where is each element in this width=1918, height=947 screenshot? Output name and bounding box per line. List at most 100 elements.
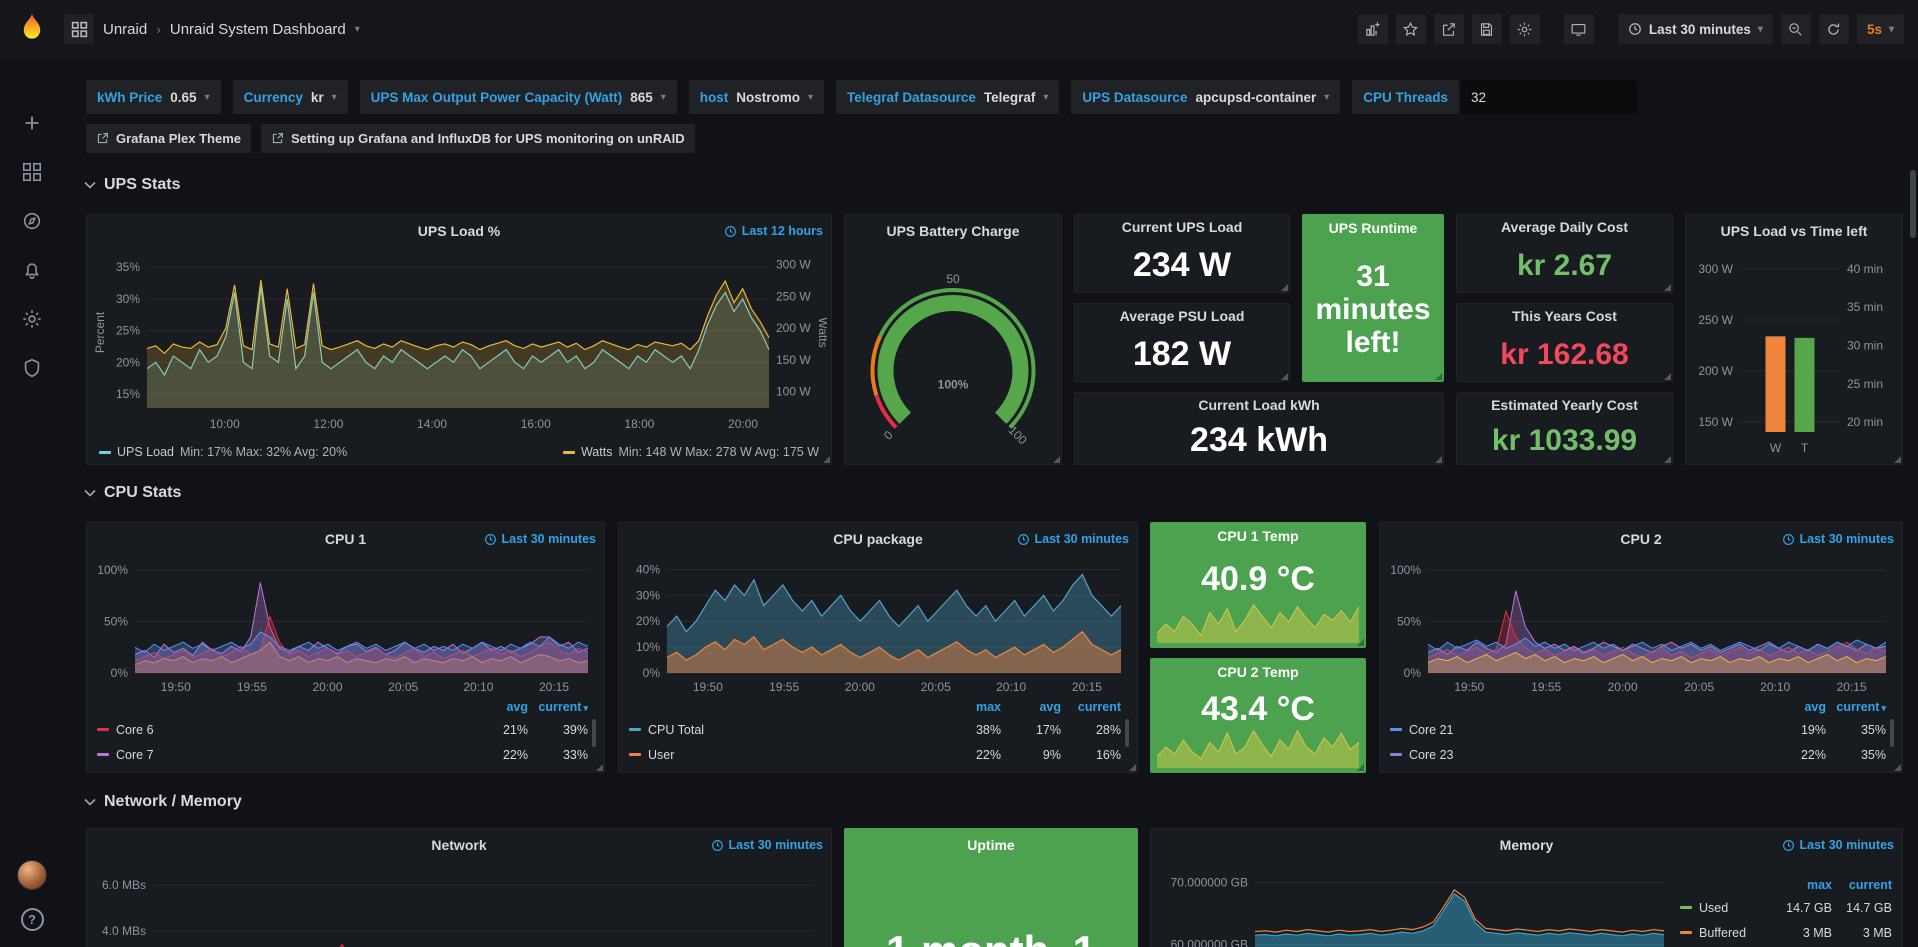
variable-kwh-price[interactable]: kWh Price0.65▾ [86, 80, 221, 114]
legend-row-cpu-total[interactable]: CPU Total38%17%28% [629, 717, 1121, 742]
panel-title-ups-runtime[interactable]: UPS Runtime [1329, 220, 1418, 236]
cpu1-temp-sparkline [1157, 601, 1359, 643]
legend-row-used[interactable]: Used14.7 GB14.7 GB [1680, 895, 1892, 920]
panel-title-memory[interactable]: Memory [1500, 837, 1554, 853]
legend-row-core-23[interactable]: Core 2322%35% [1390, 742, 1886, 767]
panel-title-cpu2-temp[interactable]: CPU 2 Temp [1217, 664, 1298, 680]
legend-series-name: Core 6 [116, 723, 468, 737]
section-network-memory[interactable]: Network / Memory [84, 793, 242, 811]
panel-title-estimated-cost[interactable]: Estimated Yearly Cost [1491, 397, 1638, 413]
legend-col-current[interactable]: current▾ [528, 700, 588, 714]
panel-title-average-psu-load[interactable]: Average PSU Load [1120, 308, 1245, 324]
panel-title-cpu-package[interactable]: CPU package [833, 531, 922, 547]
panel-title-battery[interactable]: UPS Battery Charge [886, 223, 1019, 239]
refresh-button[interactable] [1819, 14, 1849, 44]
dashboards-grid-icon[interactable] [64, 14, 94, 44]
legend-scrollbar[interactable] [592, 719, 596, 747]
legend-row-buffered[interactable]: Buffered3 MB3 MB [1680, 920, 1892, 945]
user-avatar[interactable] [17, 860, 47, 890]
grafana-logo[interactable] [0, 9, 64, 49]
legend-value: 14.7 GB [1772, 901, 1832, 915]
legend-row-user[interactable]: User22%9%16% [629, 742, 1121, 767]
panel-title-uptime[interactable]: Uptime [967, 837, 1014, 853]
add-panel-button[interactable] [1358, 14, 1388, 44]
legend-scrollbar[interactable] [1890, 719, 1894, 747]
legend-row-core-7[interactable]: Core 722%33% [97, 742, 588, 767]
help-icon[interactable]: ? [21, 908, 44, 931]
clock-icon [711, 839, 724, 852]
legend-col-max[interactable]: max [1772, 878, 1832, 892]
create-plus-icon[interactable] [21, 112, 43, 134]
legend-row-core-6[interactable]: Core 621%39% [97, 717, 588, 742]
legend-col-current[interactable]: current▾ [1826, 700, 1886, 714]
dashboard-link[interactable]: Grafana Plex Theme [86, 124, 251, 153]
star-button[interactable] [1396, 14, 1426, 44]
svg-text:20:00: 20:00 [313, 680, 343, 694]
breadcrumb-app[interactable]: Unraid [103, 21, 147, 38]
panel-title-ups-load[interactable]: UPS Load % [418, 223, 500, 239]
legend-row-core-21[interactable]: Core 2119%35% [1390, 717, 1886, 742]
panel-title-load-kwh[interactable]: Current Load kWh [1198, 397, 1319, 413]
variable-ups-datasource[interactable]: UPS Datasourceapcupsd-container▾ [1071, 80, 1340, 114]
legend-item-ups-load[interactable]: UPS Load Min: 17% Max: 32% Avg: 20% [99, 445, 347, 459]
svg-text:0: 0 [881, 428, 896, 443]
panel-title-years-cost[interactable]: This Years Cost [1512, 308, 1617, 324]
panel-time-override[interactable]: Last 30 minutes [1017, 523, 1129, 555]
variable-cpu-threads[interactable]: CPU Threads32 [1352, 80, 1637, 114]
legend-col-max[interactable]: max [941, 700, 1001, 714]
panel-time-override[interactable]: Last 30 minutes [1782, 829, 1894, 861]
variable-currency[interactable]: Currencykr▾ [233, 80, 348, 114]
variable-value[interactable]: kr [311, 90, 324, 105]
variable-value[interactable]: Nostromo [736, 90, 800, 105]
cpu-package-chart: 0%10%20%30%40%19:5019:5520:0020:0520:102… [623, 555, 1133, 697]
variable-input[interactable]: 32 [1461, 80, 1637, 114]
scrollbar-thumb[interactable] [1910, 170, 1916, 238]
panel-time-override[interactable]: Last 12 hours [724, 215, 823, 247]
cycle-view-button[interactable] [1564, 14, 1594, 44]
configuration-gear-icon[interactable] [21, 308, 43, 330]
admin-shield-icon[interactable] [21, 357, 43, 379]
variable-host[interactable]: hostNostromo▾ [689, 80, 824, 114]
variable-value[interactable]: Telegraf [984, 90, 1036, 105]
panel-title-cpu1-temp[interactable]: CPU 1 Temp [1217, 528, 1298, 544]
variable-telegraf-datasource[interactable]: Telegraf DatasourceTelegraf▾ [836, 80, 1059, 114]
legend-item-watts[interactable]: Watts Min: 148 W Max: 278 W Avg: 175 W [563, 445, 819, 459]
dashboard-settings-button[interactable] [1510, 14, 1540, 44]
legend-col-avg[interactable]: avg [1001, 700, 1061, 714]
section-ups-stats[interactable]: UPS Stats [84, 176, 180, 194]
panel-title-network[interactable]: Network [431, 837, 486, 853]
variable-value[interactable]: apcupsd-container [1195, 90, 1316, 105]
variable-value[interactable]: 865 [630, 90, 653, 105]
panel-time-override[interactable]: Last 30 minutes [711, 829, 823, 861]
panel-average-psu-load: Average PSU Load 182 W [1074, 303, 1290, 382]
variable-ups-max-output-power-capacity-watt[interactable]: UPS Max Output Power Capacity (Watt)865▾ [360, 80, 677, 114]
refresh-interval-picker[interactable]: 5s ▾ [1857, 14, 1904, 44]
panel-time-override[interactable]: Last 30 minutes [484, 523, 596, 555]
save-button[interactable] [1472, 14, 1502, 44]
svg-text:14:00: 14:00 [417, 417, 447, 431]
legend-col-avg[interactable]: avg [468, 700, 528, 714]
dashboard-link[interactable]: Setting up Grafana and InfluxDB for UPS … [261, 124, 695, 153]
svg-text:30%: 30% [116, 292, 140, 306]
explore-compass-icon[interactable] [21, 210, 43, 232]
share-button[interactable] [1434, 14, 1464, 44]
panel-title-ups-vs-time[interactable]: UPS Load vs Time left [1721, 223, 1868, 239]
title-caret-icon[interactable]: ▾ [355, 24, 360, 35]
legend-scrollbar[interactable] [1125, 719, 1129, 747]
legend-col-current[interactable]: current [1832, 878, 1892, 892]
alerting-bell-icon[interactable] [21, 259, 43, 281]
legend-col-current[interactable]: current [1061, 700, 1121, 714]
legend-col-avg[interactable]: avg [1766, 700, 1826, 714]
page-scrollbar[interactable] [1909, 58, 1917, 947]
panel-title-cpu2[interactable]: CPU 2 [1620, 531, 1661, 547]
section-cpu-stats[interactable]: CPU Stats [84, 484, 181, 502]
panel-title-current-ups-load[interactable]: Current UPS Load [1122, 219, 1243, 235]
panel-title-daily-cost[interactable]: Average Daily Cost [1501, 219, 1628, 235]
dashboards-icon[interactable] [21, 161, 43, 183]
panel-time-override[interactable]: Last 30 minutes [1782, 523, 1894, 555]
panel-title-cpu1[interactable]: CPU 1 [325, 531, 366, 547]
zoom-out-button[interactable] [1781, 14, 1811, 44]
breadcrumb-title[interactable]: Unraid System Dashboard [170, 21, 346, 38]
time-range-picker[interactable]: Last 30 minutes ▾ [1618, 14, 1773, 44]
variable-value[interactable]: 0.65 [170, 90, 196, 105]
